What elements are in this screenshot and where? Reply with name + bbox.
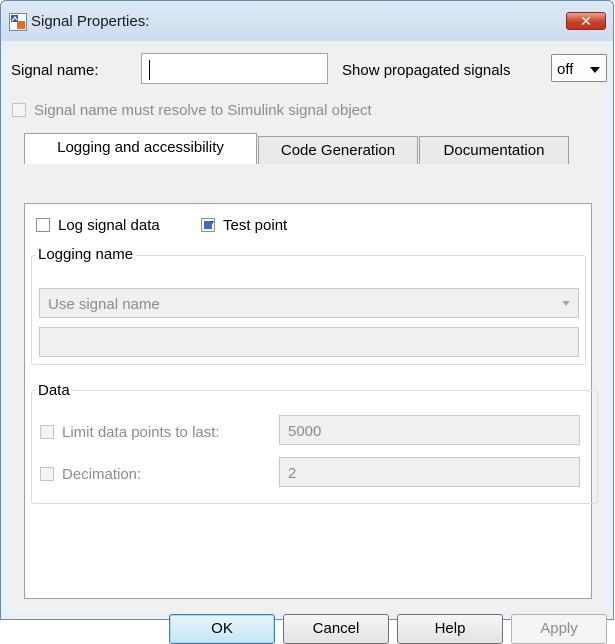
limit-data-points-label: Limit data points to last: xyxy=(62,424,220,441)
decimation-input[interactable]: 2 xyxy=(279,457,580,487)
help-button[interactable]: Help xyxy=(397,614,503,644)
chevron-down-icon xyxy=(562,301,570,306)
checkmark-icon xyxy=(204,220,214,230)
ok-button[interactable]: OK xyxy=(169,614,275,644)
apply-button[interactable]: Apply xyxy=(511,614,607,644)
log-signal-label: Log signal data xyxy=(58,217,160,234)
decimation-value: 2 xyxy=(288,465,297,482)
resolve-checkbox[interactable] xyxy=(12,103,26,117)
tab-panel-logging: Log signal data Test point Logging name … xyxy=(24,203,598,599)
limit-data-points-input[interactable]: 5000 xyxy=(279,415,580,445)
logging-name-group-title: Logging name xyxy=(35,246,137,263)
logging-name-mode-value: Use signal name xyxy=(48,296,160,313)
resolve-label: Signal name must resolve to Simulink sig… xyxy=(34,102,372,119)
data-group-title: Data xyxy=(35,382,73,399)
show-propagated-value: off xyxy=(557,61,574,78)
title-bar[interactable]: Signal Properties: ✕ xyxy=(1,1,613,41)
tab-logging-accessibility[interactable]: Logging and accessibility xyxy=(24,133,257,164)
limit-data-points-value: 5000 xyxy=(288,423,322,440)
cancel-button[interactable]: Cancel xyxy=(283,614,389,644)
window-title: Signal Properties: xyxy=(31,13,150,30)
log-signal-checkbox[interactable] xyxy=(36,218,50,232)
chevron-down-icon xyxy=(590,67,600,73)
logging-name-mode-select[interactable]: Use signal name xyxy=(39,288,579,318)
tab-label: Documentation xyxy=(443,142,545,159)
show-propagated-label: Show propagated signals xyxy=(342,62,511,79)
signal-name-label: Signal name: xyxy=(11,62,99,79)
text-caret xyxy=(149,60,150,80)
simulink-app-icon xyxy=(9,13,27,31)
decimation-label: Decimation: xyxy=(62,466,142,483)
dialog-body: Signal name: Show propagated signals off… xyxy=(9,41,607,644)
test-point-label: Test point xyxy=(223,217,288,234)
tab-label: Logging and accessibility xyxy=(57,139,224,156)
signal-properties-dialog: Signal Properties: ✕ Signal name: Show p… xyxy=(0,0,614,644)
signal-name-input[interactable] xyxy=(141,53,328,84)
logging-name-input[interactable] xyxy=(39,327,579,357)
tab-label: Code Generation xyxy=(280,142,396,159)
close-button[interactable]: ✕ xyxy=(566,12,606,30)
decimation-checkbox[interactable] xyxy=(40,467,54,481)
show-propagated-select[interactable]: off xyxy=(551,54,607,82)
tab-documentation[interactable]: Documentation xyxy=(419,136,569,164)
close-icon: ✕ xyxy=(580,13,592,29)
test-point-checkbox[interactable] xyxy=(201,218,215,232)
limit-data-points-checkbox[interactable] xyxy=(40,425,54,439)
tab-code-generation[interactable]: Code Generation xyxy=(258,136,418,164)
